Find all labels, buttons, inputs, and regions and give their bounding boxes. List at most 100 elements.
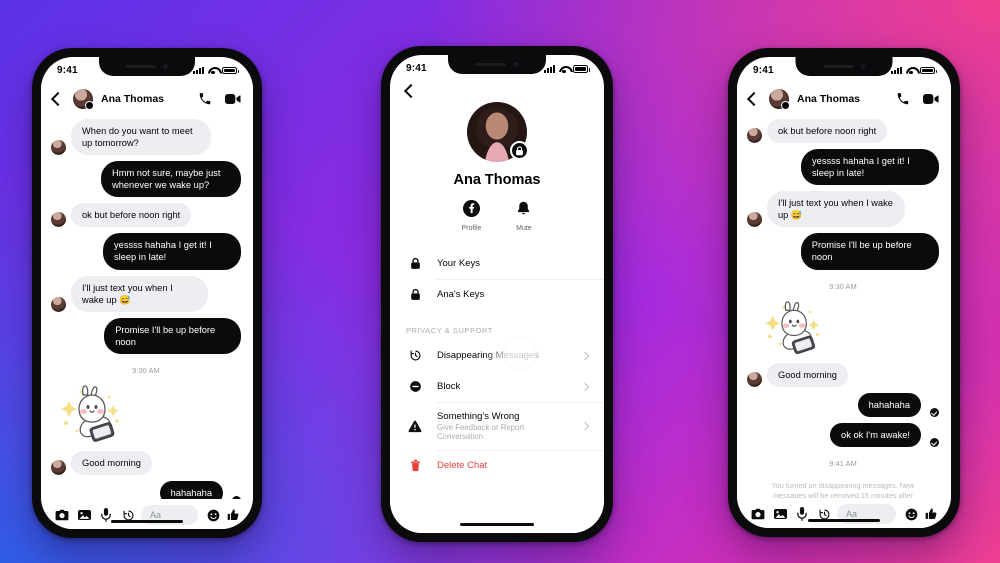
message-bubble-incoming[interactable]: ok but before noon right (767, 119, 888, 144)
back-chevron-icon[interactable] (50, 91, 66, 107)
message-bubble-incoming[interactable]: When do you want to meet up tomorrow? (71, 119, 211, 156)
chat-header-right: Ana Thomas (737, 83, 951, 117)
sticker-row (57, 383, 241, 445)
message-bubble-outgoing[interactable]: Hmm not sure, maybe just whenever we wak… (101, 161, 241, 198)
profile-row-somethings-wrong[interactable]: Something's Wrong Give Feedback or Repor… (390, 402, 604, 450)
message-thread-left[interactable]: When do you want to meet up tomorrow? Hm… (41, 117, 253, 499)
message-input-placeholder: Aa (846, 509, 858, 519)
message-row: Promise I'll be up before noon (51, 317, 241, 354)
message-bubble-incoming[interactable]: ok but before noon right (71, 203, 192, 228)
message-bubble-outgoing[interactable]: hahahaha (857, 392, 921, 417)
emoji-smiley-icon[interactable] (203, 509, 223, 522)
status-time: 9:41 (753, 64, 774, 76)
photo-gallery-icon[interactable] (73, 509, 95, 521)
header-actions (198, 92, 241, 106)
earpiece-speaker (476, 62, 506, 67)
profile-row-label: Block (437, 381, 461, 392)
message-row: ok but before noon right (51, 203, 241, 228)
message-row: yessss hahaha I get it! I sleep in late! (51, 233, 241, 270)
chevron-right-icon (580, 382, 590, 391)
profile-row-your-keys[interactable]: Your Keys (390, 248, 604, 279)
profile-row-label: Delete Chat (437, 460, 488, 471)
front-camera-icon (163, 64, 168, 69)
message-row: Good morning (51, 450, 241, 475)
disappearing-messages-system-note: You turned on disappearing messages. New… (771, 480, 915, 498)
home-indicator (808, 518, 880, 522)
wifi-icon (208, 66, 218, 75)
thread-timestamp: 9:30 AM (829, 281, 857, 291)
lock-icon (406, 288, 424, 301)
profile-row-sublabel: Give Feedback or Report Conversation (437, 423, 525, 441)
message-bubble-outgoing[interactable]: ok ok I'm awake! (830, 422, 921, 447)
profile-quick-actions: Profile Mute (390, 200, 604, 232)
contact-name[interactable]: Ana Thomas (797, 93, 860, 105)
sender-avatar (51, 212, 66, 228)
quick-action-mute[interactable]: Mute (515, 200, 532, 232)
contact-avatar[interactable] (769, 89, 790, 110)
profile-row-block[interactable]: Block (390, 371, 604, 402)
chat-header-left: Ana Thomas (41, 83, 253, 117)
profile-body: Ana Thomas Profile Mute Your Keys Ana's … (390, 96, 604, 533)
wifi-icon (906, 66, 916, 75)
profile-row-delete-chat[interactable]: Delete Chat (390, 450, 604, 481)
status-icons (193, 66, 239, 75)
profile-row-text: Something's Wrong Give Feedback or Repor… (437, 411, 569, 441)
battery-icon (222, 66, 239, 74)
phone-middle-screen: 9:41 Ana Thomas Profile Mute Your Keys A… (390, 55, 604, 533)
message-bubble-outgoing[interactable]: Promise I'll be up before noon (800, 233, 939, 270)
screenshot-stage: 9:41 Ana Thomas When do you want to meet… (0, 0, 1000, 563)
block-icon (406, 380, 424, 393)
camera-icon[interactable] (51, 509, 73, 521)
warning-triangle-icon (406, 420, 424, 433)
phone-right-screen: 9:41 Ana Thomas ok but before noon right… (737, 57, 951, 528)
back-chevron-icon[interactable] (746, 91, 762, 107)
thumbs-up-icon[interactable] (921, 507, 941, 521)
bunny-with-phone-sticker[interactable] (57, 383, 131, 445)
clock-timer-icon (406, 349, 424, 362)
message-bubble-outgoing[interactable]: hahahaha (159, 480, 223, 499)
message-bubble-outgoing[interactable]: yessss hahaha I get it! I sleep in late! (801, 149, 939, 186)
message-row: hahahaha (51, 480, 241, 499)
message-thread-right[interactable]: ok but before noon right yessss hahaha I… (737, 117, 951, 498)
profile-row-label: Something's Wrong (437, 411, 520, 422)
profile-row-disappearing-messages[interactable]: Disappearing Messages (390, 340, 604, 371)
bunny-with-phone-sticker[interactable] (761, 299, 831, 357)
phone-call-icon[interactable] (198, 92, 212, 106)
profile-avatar[interactable] (467, 102, 529, 162)
battery-icon (573, 65, 590, 73)
message-bubble-incoming[interactable]: Good morning (71, 450, 152, 475)
contact-name[interactable]: Ana Thomas (101, 93, 164, 105)
bell-icon (515, 200, 532, 220)
message-bubble-outgoing[interactable]: yessss hahaha I get it! I sleep in late! (103, 233, 241, 270)
photo-gallery-icon[interactable] (769, 508, 791, 520)
thumbs-up-icon[interactable] (223, 508, 243, 522)
quick-action-label: Profile (461, 225, 482, 232)
wifi-icon (559, 65, 569, 73)
home-indicator (111, 519, 183, 523)
contact-avatar[interactable] (73, 89, 94, 110)
camera-icon[interactable] (747, 508, 769, 520)
status-icons (891, 66, 937, 75)
phone-middle: 9:41 Ana Thomas Profile Mute Your Keys A… (381, 46, 613, 542)
message-bubble-incoming[interactable]: I'll just text you when I wake up 😅 (767, 191, 906, 228)
video-call-icon[interactable] (923, 92, 939, 106)
message-bubble-outgoing[interactable]: Promise I'll be up before noon (104, 317, 241, 354)
message-bubble-incoming[interactable]: I'll just text you when I wake up 😅 (71, 275, 208, 312)
phone-right: 9:41 Ana Thomas ok but before noon right… (728, 48, 960, 537)
composer-left: Aa (41, 499, 253, 529)
video-call-icon[interactable] (225, 92, 241, 106)
message-bubble-incoming[interactable]: Good morning (767, 362, 848, 387)
message-row: yessss hahaha I get it! I sleep in late! (747, 149, 939, 186)
earpiece-speaker (823, 64, 853, 69)
profile-row-anas-keys[interactable]: Ana's Keys (390, 279, 604, 310)
phone-call-icon[interactable] (896, 92, 910, 106)
message-row: ok but before noon right (747, 119, 939, 144)
quick-action-profile[interactable]: Profile (461, 200, 482, 232)
sender-avatar (51, 459, 66, 475)
sender-avatar (747, 212, 762, 228)
section-header-privacy: PRIVACY & SUPPORT (406, 326, 493, 335)
emoji-smiley-icon[interactable] (901, 508, 921, 521)
lock-icon (406, 257, 424, 270)
notch (99, 57, 195, 76)
message-row: I'll just text you when I wake up 😅 (51, 275, 241, 312)
